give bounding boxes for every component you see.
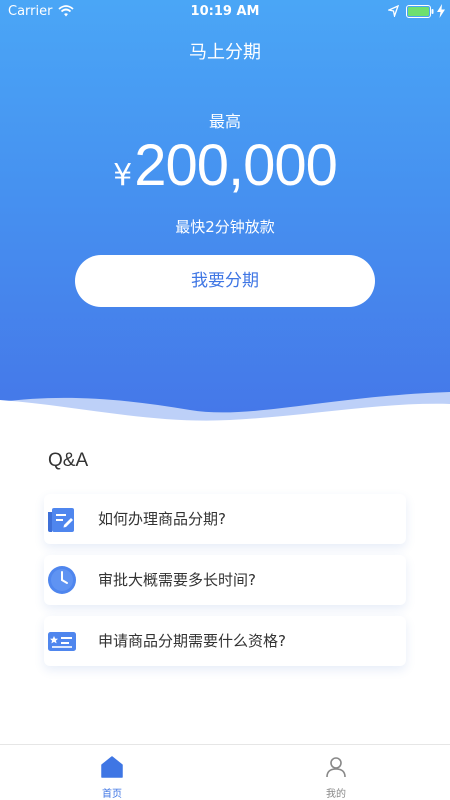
clock-icon: [48, 566, 76, 594]
hero-banner: Carrier 10:19 AM 马上分期 最高 ¥200,000 最快2分钟放…: [0, 0, 450, 430]
id-card-icon: [48, 632, 76, 651]
tab-mine[interactable]: 我的: [296, 745, 376, 800]
wave-decoration: [0, 392, 450, 430]
tab-home-label: 首页: [102, 789, 122, 800]
charging-bolt-icon: [437, 4, 445, 18]
apply-installment-button[interactable]: 我要分期: [75, 255, 375, 307]
currency-symbol: ¥: [113, 158, 133, 193]
battery-icon: [406, 5, 434, 18]
qa-item-approval-time[interactable]: 审批大概需要多长时间?: [44, 555, 406, 605]
qa-item-text: 申请商品分期需要什么资格?: [98, 632, 286, 650]
bottom-tab-bar: 首页 我的: [0, 744, 450, 800]
qa-item-how-to-apply[interactable]: 如何办理商品分期?: [44, 494, 406, 544]
max-limit-label: 最高: [208, 112, 241, 131]
status-bar: Carrier 10:19 AM: [0, 0, 450, 24]
amount-value: 200,000: [134, 133, 338, 198]
tab-mine-label: 我的: [326, 789, 346, 800]
fast-payout-label: 最快2分钟放款: [175, 218, 275, 236]
tab-home[interactable]: 首页: [72, 745, 152, 800]
home-icon: [101, 756, 123, 778]
app-title: 马上分期: [189, 42, 261, 63]
qa-item-text: 审批大概需要多长时间?: [98, 571, 256, 589]
qa-item-text: 如何办理商品分期?: [98, 510, 226, 528]
qa-item-eligibility[interactable]: 申请商品分期需要什么资格?: [44, 616, 406, 666]
credit-amount: ¥200,000: [0, 134, 450, 200]
document-edit-icon: [48, 508, 74, 532]
qa-section-title: Q&A: [48, 450, 89, 471]
status-time: 10:19 AM: [190, 4, 260, 19]
user-icon: [326, 757, 346, 778]
location-arrow-icon: [388, 5, 399, 17]
